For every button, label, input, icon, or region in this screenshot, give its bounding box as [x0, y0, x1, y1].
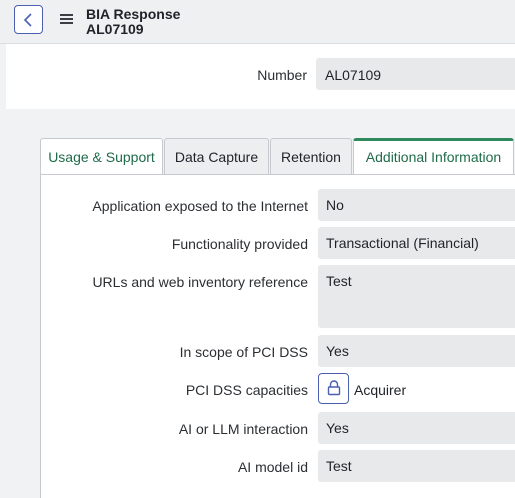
tab-usage-support[interactable]: Usage & Support	[40, 138, 163, 174]
chevron-left-icon	[23, 13, 32, 27]
tab-additional-information[interactable]: Additional Information	[353, 138, 514, 174]
back-button[interactable]	[14, 5, 43, 34]
tab-content-additional-information: Application exposed to the Internet No F…	[40, 174, 515, 498]
record-id: AL07109	[86, 21, 144, 37]
functionality-field[interactable]: Transactional (Financial)	[318, 227, 515, 259]
form-header: BIA Response AL07109	[0, 0, 515, 44]
internet-exposure-field[interactable]: No	[318, 189, 515, 221]
number-section: Number AL07109	[6, 44, 515, 109]
ai-model-label: AI model id	[237, 459, 308, 475]
tab-data-capture[interactable]: Data Capture	[164, 138, 269, 174]
functionality-label: Functionality provided	[171, 236, 308, 252]
ai-llm-field[interactable]: Yes	[318, 412, 515, 444]
urls-label: URLs and web inventory reference	[92, 274, 308, 290]
pci-scope-label: In scope of PCI DSS	[179, 344, 308, 360]
ai-llm-label: AI or LLM interaction	[178, 421, 308, 437]
tab-retention[interactable]: Retention	[270, 138, 352, 174]
urls-textarea[interactable]: Test	[318, 265, 515, 328]
pci-capacities-lock-button[interactable]	[318, 373, 349, 404]
ai-model-field[interactable]: Test	[318, 450, 515, 482]
internet-exposure-label: Application exposed to the Internet	[92, 198, 308, 214]
pci-capacities-label: PCI DSS capacities	[185, 382, 308, 398]
form-title: BIA Response	[86, 6, 181, 22]
hamburger-menu-icon[interactable]	[60, 14, 73, 26]
pci-scope-field[interactable]: Yes	[318, 335, 515, 367]
number-label: Number	[257, 67, 307, 83]
pci-capacities-value: Acquirer	[354, 382, 407, 398]
number-field[interactable]: AL07109	[316, 58, 515, 90]
lock-icon	[327, 380, 341, 396]
